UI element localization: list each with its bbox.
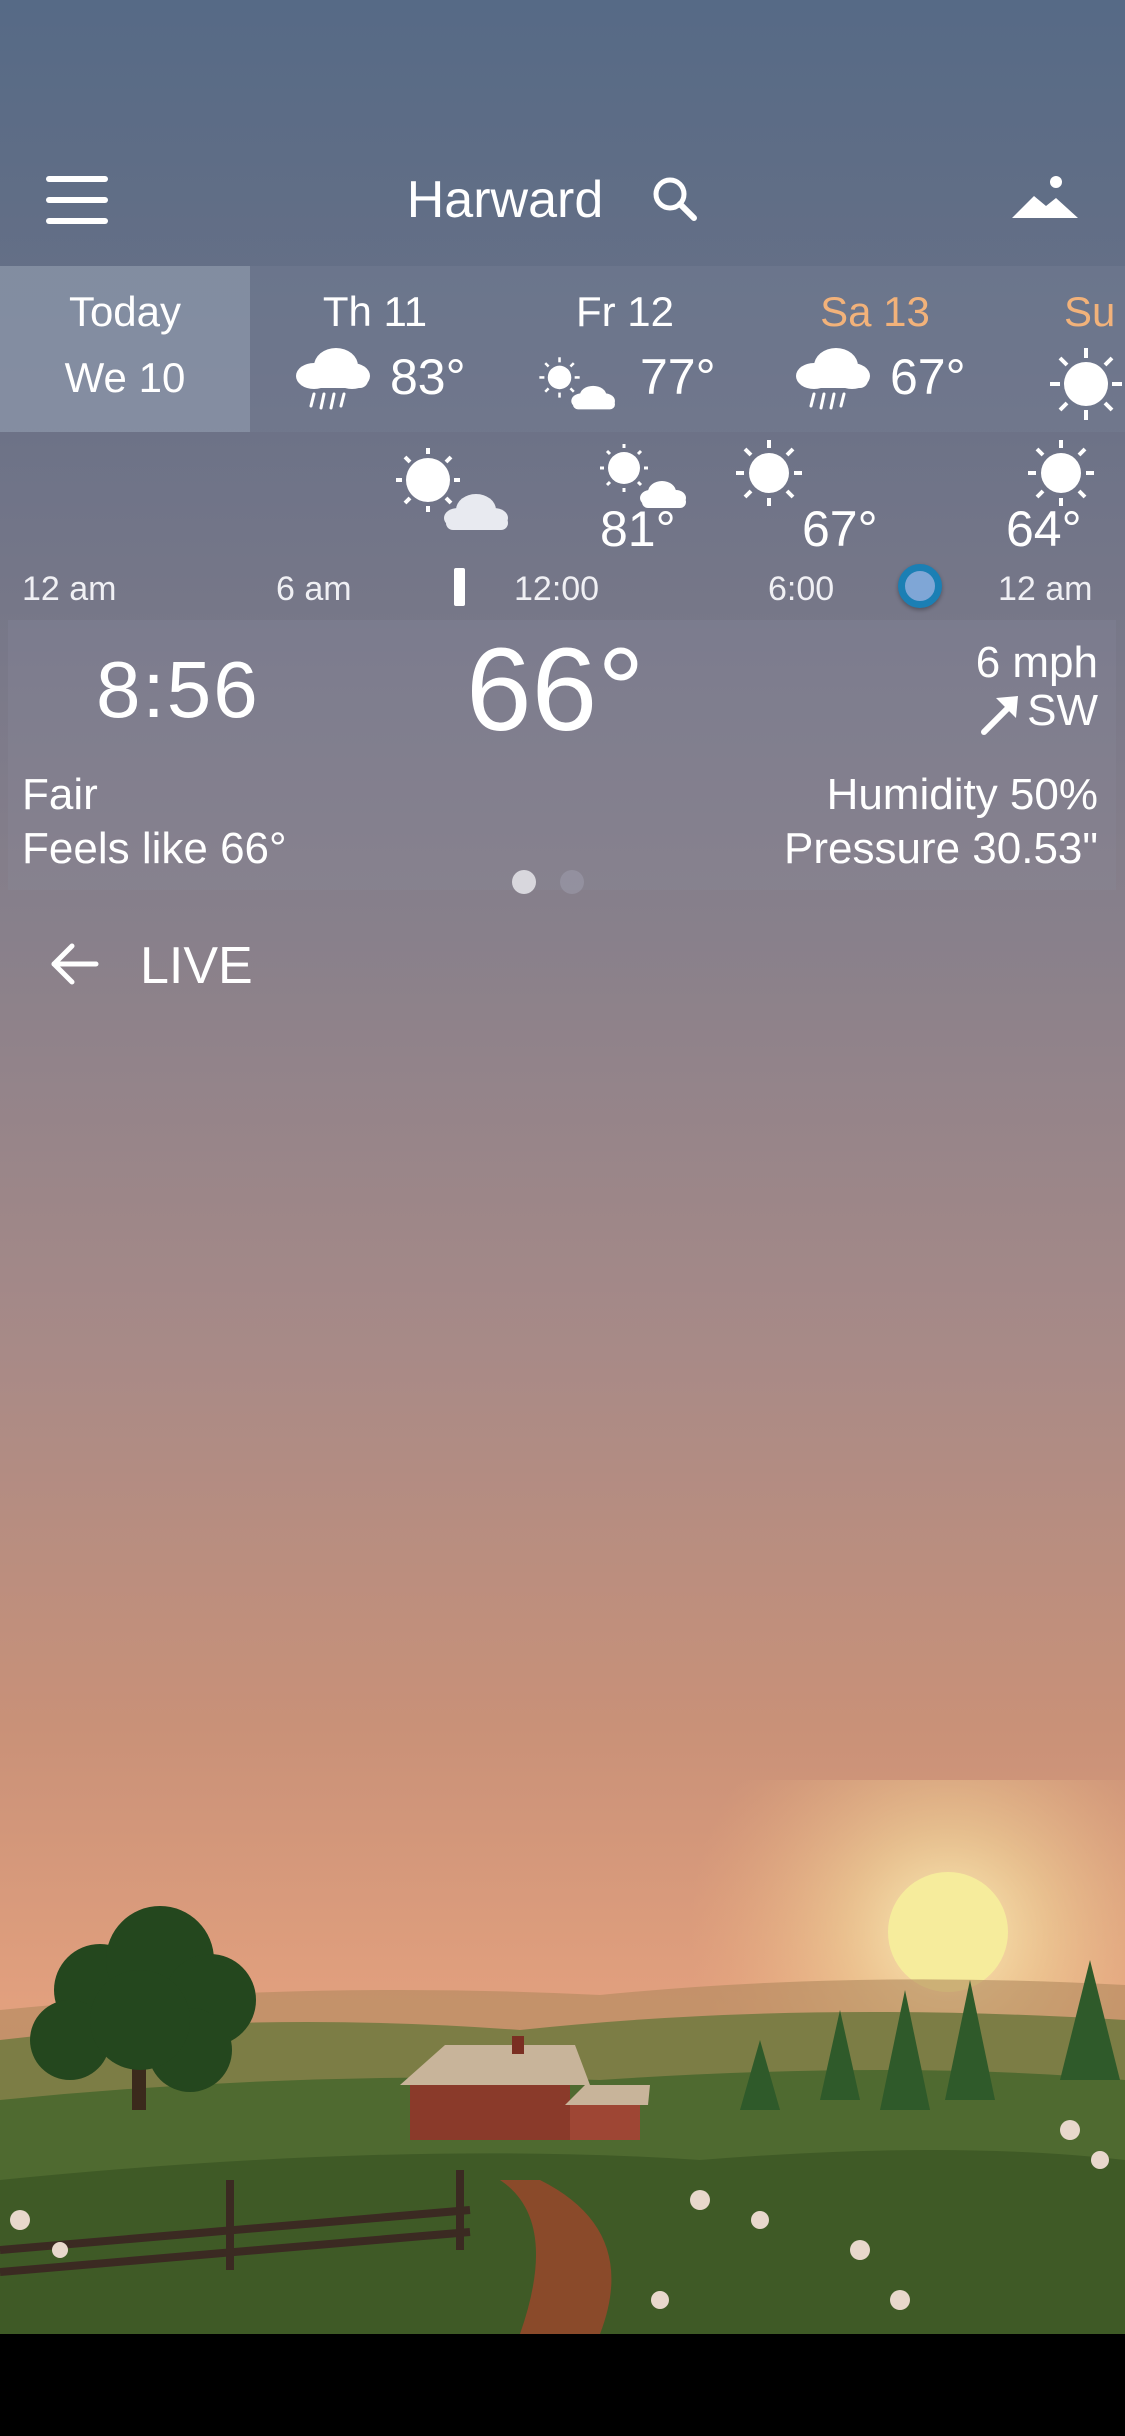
hourly-forecast[interactable]: 81° 67° 64° 12 am 6 am 12:00 6:00 12 am [0,432,1125,612]
rain-cloud-icon [796,348,870,410]
day-temp: 83° [390,349,466,405]
day-today[interactable]: Today We 10 [0,266,250,432]
hourly-time-label: 6:00 [768,570,835,608]
pressure-text: Pressure 30.53" [783,824,1098,873]
day-name: Th 11 [322,288,428,335]
weather-screen: Harward Today We 10 Th 11 83° Fr 12 77° … [0,0,1125,2334]
feels-like-text: Feels like 66° [22,824,287,873]
page-dot [560,870,584,894]
hourly-time-label: 6 am [276,570,352,608]
day-item[interactable]: Th 11 83° [250,266,500,432]
now-marker [454,568,465,606]
countryside-background-illustration [0,1780,1125,2334]
hourly-time-label: 12:00 [514,570,600,608]
day-name: Sa 13 [820,288,930,335]
hourly-time-label: 12 am [998,570,1093,608]
daily-forecast-strip[interactable]: Today We 10 Th 11 83° Fr 12 77° Sa 13 67… [0,266,1125,432]
day-temp: 77° [640,349,716,405]
page-dot-active [512,870,536,894]
today-label: Today [68,288,182,335]
day-item[interactable]: Sa 13 67° [750,266,1000,432]
day-name: Fr 12 [575,288,675,335]
sun-icon [1028,440,1094,506]
hourly-time-label: 12 am [22,570,117,608]
day-name: Su [1064,288,1116,335]
search-icon[interactable] [650,174,700,224]
sun-icon [1050,348,1122,420]
city-title[interactable]: Harward [360,170,650,230]
today-date: We 10 [64,354,186,401]
current-temp: 66° [466,624,645,756]
sun-cloud-icon [396,448,508,530]
arrow-left-icon [51,943,99,985]
system-navigation-bar [0,2334,1125,2436]
hourly-temp: 67° [802,501,878,557]
day-item[interactable]: Fr 12 77° [500,266,750,432]
wind-direction-arrow-icon [981,696,1018,735]
current-conditions-card[interactable]: 8:56 66° 6 mph SW Fair Feels like 66° Hu… [8,620,1116,890]
sun-cloud-icon [539,357,615,410]
timeline-scrubber-handle[interactable] [898,564,942,608]
hourly-temp: 81° [600,501,676,557]
hamburger-menu-icon[interactable] [46,176,108,224]
humidity-text: Humidity 50% [826,770,1098,819]
rain-cloud-icon [296,348,370,410]
top-bar: Harward [0,140,1125,260]
mountain-landscape-icon[interactable] [1012,174,1080,226]
condition-text: Fair [22,770,98,819]
day-item[interactable]: Su [1000,266,1125,432]
live-label: LIVE [140,937,253,995]
sun-icon [736,440,802,506]
current-time: 8:56 [96,645,260,734]
wind-speed: 6 mph [975,638,1098,687]
hourly-temp: 64° [1006,501,1082,557]
day-temp: 67° [890,349,966,405]
wind-direction: SW [1027,686,1098,735]
